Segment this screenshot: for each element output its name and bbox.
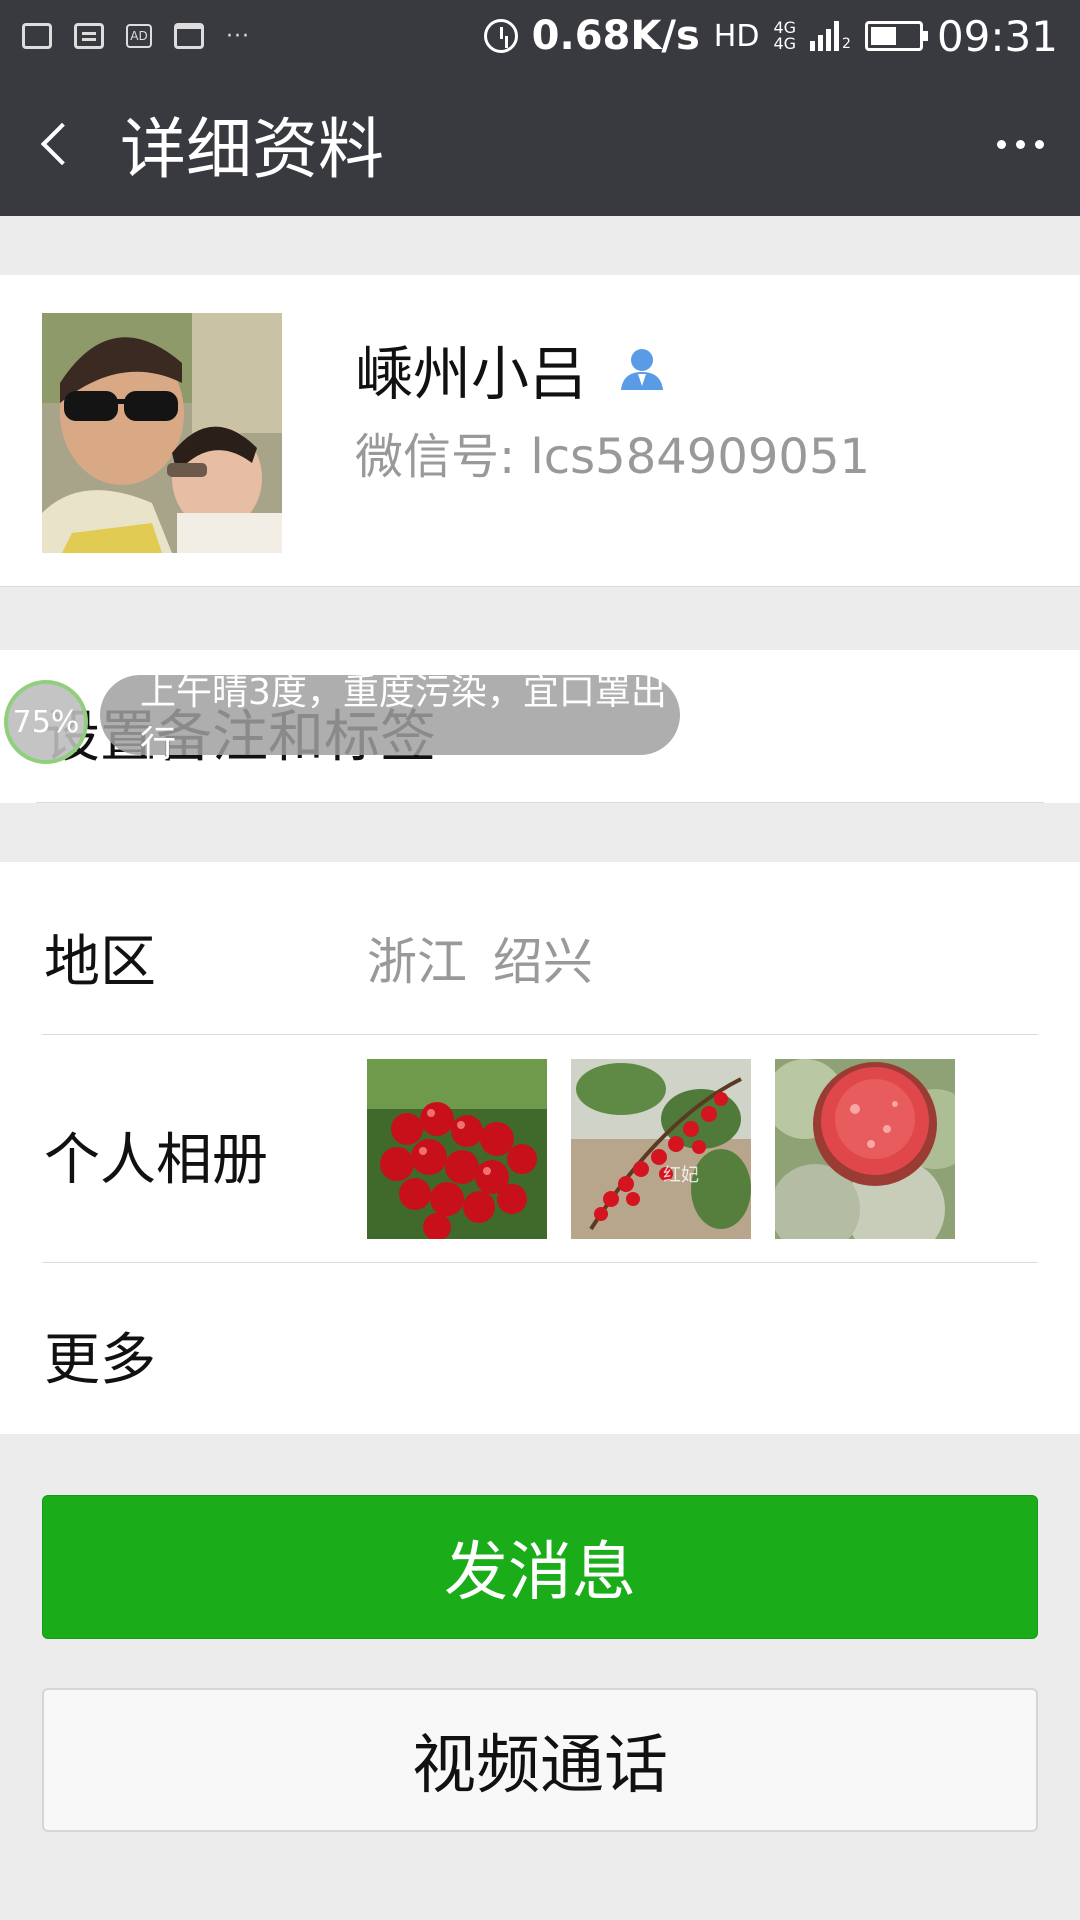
weather-text: 上午晴3度，重度污染，宜口罩出行 — [140, 672, 667, 765]
profile-card: 嵊州小吕 微信号: lcs584909051 — [0, 275, 1080, 587]
back-button[interactable] — [0, 72, 110, 216]
navigation-bar: 详细资料 — [0, 72, 1080, 216]
floating-ball-percent: 75% — [12, 704, 80, 740]
calendar-notification-icon — [174, 23, 204, 49]
region-row: 地区 浙江 绍兴 — [0, 862, 1080, 1034]
status-bar: AD ··· 0.68K/s HD 4G 4G 2 09:31 — [0, 0, 1080, 72]
divider — [36, 802, 1044, 803]
send-message-button[interactable]: 发消息 — [42, 1495, 1038, 1639]
album-photo-cherries[interactable] — [367, 1059, 547, 1239]
network-type-2: 4G — [773, 34, 797, 53]
set-remark-and-tags-row[interactable]: 设置备注和标签 上午晴3度，重度污染，宜口罩出行 75% — [0, 650, 1080, 803]
avatar-photo — [42, 313, 282, 553]
status-notifications: AD ··· — [22, 23, 250, 49]
region-label: 地区 — [44, 930, 156, 995]
more-label: 更多 — [44, 1328, 156, 1393]
album-label: 个人相册 — [44, 1128, 268, 1193]
alarm-icon — [483, 19, 518, 53]
male-user-icon — [621, 349, 664, 390]
floating-assistant-ball[interactable]: 75% — [4, 680, 88, 764]
weather-overlay-bubble[interactable]: 上午晴3度，重度污染，宜口罩出行 — [100, 672, 680, 765]
more-row[interactable]: 更多 — [0, 1263, 1080, 1434]
ad-notification-icon: AD — [126, 24, 152, 48]
album-photo-1-image — [367, 1059, 547, 1239]
battery-icon — [864, 21, 928, 51]
network-speed: 0.68K/s — [531, 13, 700, 59]
network-type: 4G 4G — [773, 20, 796, 52]
hd-voice-badge: HD — [713, 18, 760, 54]
more-options-button[interactable] — [960, 72, 1080, 216]
region-value: 浙江 绍兴 — [367, 933, 593, 991]
message-notification-icon — [22, 23, 52, 49]
album-photo-2-image: 红妃 — [571, 1059, 751, 1239]
chat-notification-icon — [74, 23, 104, 49]
page-title: 详细资料 — [120, 111, 384, 188]
more-dot-icon — [1034, 139, 1044, 149]
more-dot-icon — [996, 139, 1006, 149]
wechat-id: 微信号: lcs584909051 — [355, 429, 871, 485]
album-photo-fruit[interactable] — [775, 1059, 955, 1239]
back-arrow-icon — [40, 122, 84, 166]
video-call-button[interactable]: 视频通话 — [42, 1688, 1038, 1832]
more-dot-icon — [1015, 139, 1025, 149]
more-notifications-icon: ··· — [226, 23, 250, 49]
name-row: 嵊州小吕 — [355, 327, 667, 411]
sim-index: 2 — [842, 36, 851, 52]
album-photo-3-image — [775, 1059, 955, 1239]
avatar[interactable] — [42, 313, 282, 553]
album-watermark: 红妃 — [663, 1165, 699, 1186]
album-photo-cherry-tree[interactable]: 红妃 — [571, 1059, 751, 1239]
signal-strength-icon: 2 — [810, 21, 851, 51]
nickname: 嵊州小吕 — [355, 340, 588, 408]
battery-level — [870, 27, 896, 45]
status-system-indicators: 0.68K/s HD 4G 4G 2 09:31 — [483, 11, 1058, 61]
clock: 09:31 — [936, 11, 1058, 61]
